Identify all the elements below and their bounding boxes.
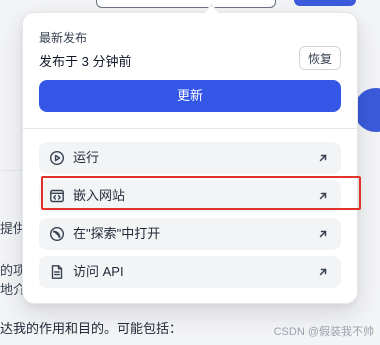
divider	[23, 128, 357, 129]
document-api-icon	[49, 264, 65, 280]
watermark: CSDN @假装我不帅	[273, 326, 374, 338]
background-search-input[interactable]	[96, 0, 276, 8]
restore-button[interactable]: 恢复	[299, 46, 341, 70]
menu-item-label: 嵌入网站	[73, 188, 126, 203]
menu-item-run[interactable]: 运行	[39, 142, 341, 174]
embed-window-icon	[49, 188, 65, 204]
external-arrow-icon	[317, 190, 329, 202]
background-primary-button[interactable]	[294, 0, 356, 6]
menu-item-label: 在"探索"中打开	[73, 226, 161, 241]
section-title: 最新发布	[39, 31, 88, 45]
menu-item-embed-website[interactable]: 嵌入网站	[39, 180, 341, 212]
menu-item-label: 运行	[73, 150, 100, 165]
external-arrow-icon	[317, 266, 329, 278]
play-circle-icon	[49, 150, 65, 166]
published-time: 发布于 3 分钟前	[39, 54, 132, 69]
menu-item-label: 访问 API	[73, 264, 124, 279]
explore-compass-icon	[49, 226, 65, 242]
external-arrow-icon	[317, 228, 329, 240]
menu-item-open-in-explore[interactable]: 在"探索"中打开	[39, 218, 341, 250]
update-button[interactable]: 更新	[39, 80, 341, 112]
background-bottom-text: 达我的作用和目的。可能包括：	[0, 321, 183, 336]
external-arrow-icon	[317, 152, 329, 164]
publish-popover: 最新发布 发布于 3 分钟前 恢复 更新 运行 嵌入网站 在"探索"中打开 访问…	[22, 4, 358, 304]
menu-item-access-api[interactable]: 访问 API	[39, 256, 341, 288]
